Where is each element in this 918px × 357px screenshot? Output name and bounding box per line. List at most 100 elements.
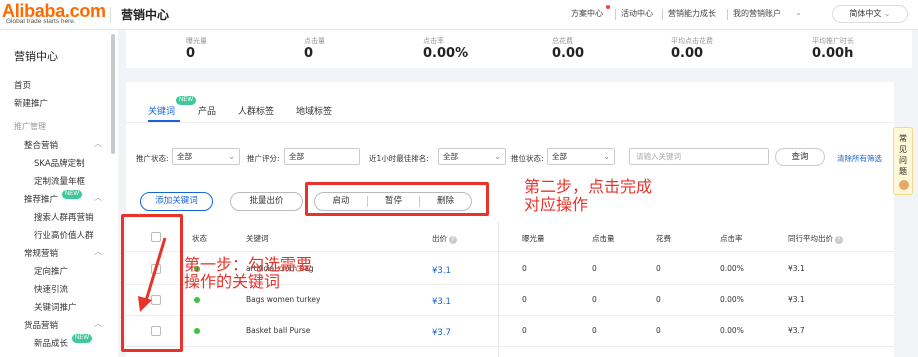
sidebar-item-targeted[interactable]: 定向推广 bbox=[34, 265, 68, 277]
nav-separator bbox=[615, 9, 616, 20]
tab-region-tags[interactable]: 地域标签 bbox=[296, 104, 332, 117]
header-divider bbox=[110, 7, 111, 23]
chevron-down-icon[interactable]: ⌄ bbox=[795, 8, 802, 17]
sidebar-item-keyword-promo[interactable]: 关键词推广 bbox=[34, 301, 77, 313]
col-clicks: 点击量 bbox=[592, 234, 615, 243]
annotation-step2-line2: 对应操作 bbox=[524, 195, 589, 214]
chevron-up-icon[interactable]: ︿ bbox=[94, 318, 102, 329]
sidebar-item-traffic-annual[interactable]: 定制流量年框 bbox=[34, 175, 85, 187]
tabs-divider bbox=[126, 122, 894, 123]
filter-rank-select[interactable]: 全部 ⌄ bbox=[438, 148, 506, 165]
tab-keywords[interactable]: 关键词 bbox=[148, 104, 175, 117]
chevron-up-icon[interactable]: ︿ bbox=[94, 138, 102, 149]
keyword-search-input[interactable]: 请输入关键词 bbox=[629, 148, 769, 165]
clicks-cell: 0 bbox=[592, 295, 597, 304]
tab-audience-tags[interactable]: 人群标签 bbox=[238, 104, 274, 117]
cost-cell: 0 bbox=[656, 295, 661, 304]
bid-cell[interactable]: ¥3.7 bbox=[432, 328, 451, 338]
faq-char: 见 bbox=[899, 145, 907, 154]
nav-my-account[interactable]: 我的营销账户 bbox=[733, 8, 781, 19]
sidebar-item-home[interactable]: 首页 bbox=[14, 79, 31, 91]
sidebar-item-integrated[interactable]: 整合营销 bbox=[24, 139, 58, 151]
stat-label: 曝光量 bbox=[186, 37, 207, 45]
col-bid[interactable]: 出价? bbox=[432, 233, 457, 244]
chevron-up-icon[interactable]: ︿ bbox=[94, 192, 102, 203]
annotation-step2-line1: 第二步，点击完成 bbox=[524, 177, 653, 196]
ctr-cell: 0.00% bbox=[720, 295, 744, 304]
chevron-up-icon[interactable]: ︿ bbox=[94, 246, 102, 257]
filter-slot-select[interactable]: 全部 ⌄ bbox=[547, 148, 615, 165]
annotation-step1-line2: 操作的关键词 bbox=[184, 272, 281, 291]
filter-score-label: 推广评分: bbox=[247, 154, 280, 163]
stat-value: 0 bbox=[304, 46, 314, 61]
annotation-checkbox-box bbox=[121, 214, 183, 352]
stat-value: 0.00% bbox=[423, 46, 469, 61]
table-header: 状态 关键词 出价? 曝光量 点击量 花费 点击率 同行平均出价? bbox=[126, 222, 894, 252]
status-dot-icon bbox=[194, 328, 200, 334]
sidebar-item-regular[interactable]: 常规营销 bbox=[24, 247, 58, 259]
col-peer-bid[interactable]: 同行平均出价? bbox=[788, 233, 843, 244]
peer-bid-cell: ¥3.7 bbox=[788, 326, 805, 335]
sidebar-item-new-product[interactable]: 新品成长 bbox=[34, 337, 68, 349]
bid-cell[interactable]: ¥3.1 bbox=[432, 266, 451, 276]
stat-label: 平均点击花费 bbox=[671, 37, 713, 45]
sidebar-item-retargeting[interactable]: 搜索人群再营销 bbox=[34, 211, 94, 223]
stats-summary: 曝光量 0 点击量 0 点击率 0.00% 总花费 0.00 平均点击花费 0.… bbox=[126, 30, 912, 68]
sidebar-scrollbar[interactable] bbox=[111, 34, 115, 154]
table-row[interactable]: Basket ball Purse ¥3.7 0 0 0 0.00% ¥3.7 bbox=[126, 316, 894, 347]
nav-solution-center[interactable]: 方案中心 bbox=[571, 8, 603, 19]
stat-value: 0.00 bbox=[552, 46, 585, 61]
col-status: 状态 bbox=[192, 234, 207, 243]
bid-cell[interactable]: ¥3.1 bbox=[432, 297, 451, 307]
bulk-bid-button[interactable]: 批量出价 bbox=[230, 192, 303, 211]
select-value: 全部 bbox=[289, 152, 304, 161]
impressions-cell: 0 bbox=[522, 326, 527, 335]
search-button[interactable]: 查询 bbox=[775, 148, 825, 166]
stat-value: 0.00 bbox=[671, 46, 704, 61]
faq-char: 题 bbox=[899, 167, 907, 176]
filter-score-select[interactable]: 全部 bbox=[284, 148, 360, 165]
col-ctr: 点击率 bbox=[720, 234, 743, 243]
sidebar-item-product-marketing[interactable]: 货品营销 bbox=[24, 319, 58, 331]
assistant-avatar-icon bbox=[899, 180, 909, 190]
sidebar-group-label: 推广管理 bbox=[14, 122, 46, 131]
peer-bid-cell: ¥3.1 bbox=[788, 295, 805, 304]
stat-value: 0 bbox=[186, 46, 196, 61]
keyword-cell: Basket ball Purse bbox=[246, 326, 311, 335]
col-impressions: 曝光量 bbox=[522, 234, 545, 243]
sidebar-item-new-promotion[interactable]: 新建推广 bbox=[14, 97, 48, 109]
alibaba-logo[interactable]: Alibaba.com Global trade starts here. bbox=[2, 1, 106, 27]
main-panel: 关键词 NEW 产品 人群标签 地域标签 推广状态: 全部 ⌄ 推广评分: 全部… bbox=[126, 82, 894, 357]
select-value: 全部 bbox=[177, 152, 192, 161]
col-cost: 花费 bbox=[656, 234, 671, 243]
sidebar-title: 营销中心 bbox=[14, 50, 58, 63]
sidebar-item-quick-traffic[interactable]: 快速引流 bbox=[34, 283, 68, 295]
faq-char: 问 bbox=[899, 156, 907, 165]
chevron-down-icon: ⌄ bbox=[494, 152, 501, 161]
input-placeholder: 请输入关键词 bbox=[636, 152, 681, 161]
faq-widget[interactable]: 常 见 问 题 bbox=[893, 127, 913, 195]
stat-value: 0.00h bbox=[812, 46, 854, 61]
clicks-cell: 0 bbox=[592, 264, 597, 273]
help-question-icon[interactable]: ? bbox=[835, 236, 843, 244]
sidebar-item-high-value[interactable]: 行业高价值人群 bbox=[34, 229, 94, 241]
col-keyword: 关键词 bbox=[246, 234, 269, 243]
peer-bid-cell: ¥3.1 bbox=[788, 264, 805, 273]
status-dot-icon bbox=[194, 297, 200, 303]
language-label: 简体中文 bbox=[849, 9, 882, 18]
select-value: 全部 bbox=[443, 152, 458, 161]
filter-status-select[interactable]: 全部 ⌄ bbox=[172, 148, 240, 165]
help-question-icon[interactable]: ? bbox=[449, 236, 457, 244]
sidebar-item-ska[interactable]: SKA品牌定制 bbox=[34, 157, 85, 169]
filter-status-label: 推广状态: bbox=[136, 154, 169, 163]
add-keyword-button[interactable]: 添加关键词 bbox=[140, 192, 213, 211]
language-selector[interactable]: 简体中文 ⌄ bbox=[832, 5, 908, 23]
sidebar-item-recommend[interactable]: 推荐推广 bbox=[24, 193, 58, 205]
nav-separator bbox=[662, 9, 663, 20]
stat-label: 点击量 bbox=[304, 37, 325, 45]
nav-activity-center[interactable]: 活动中心 bbox=[621, 8, 653, 19]
nav-growth[interactable]: 营销能力成长 bbox=[668, 8, 716, 19]
clear-filters-link[interactable]: 清除所有筛选 bbox=[837, 153, 882, 164]
notification-dot bbox=[606, 5, 610, 9]
tab-products[interactable]: 产品 bbox=[198, 104, 216, 117]
